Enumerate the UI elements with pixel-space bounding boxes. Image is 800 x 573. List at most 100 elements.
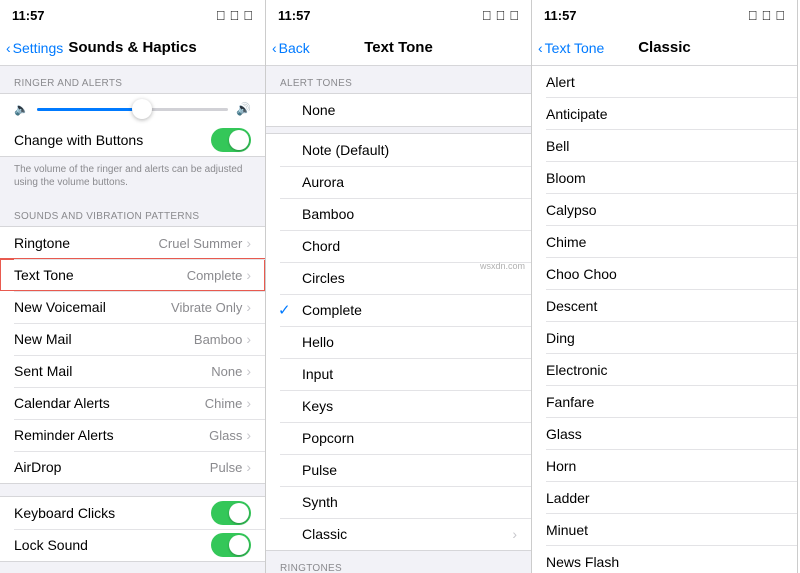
classic-tone-row[interactable]: Descent [532, 290, 797, 322]
setting-row[interactable]: RingtoneCruel Summer › [0, 227, 265, 259]
setting-label: Ringtone [14, 235, 70, 251]
tone-row[interactable]: Popcorn [266, 422, 531, 454]
keyboard-clicks-toggle[interactable] [211, 501, 251, 525]
slider-thumb[interactable] [132, 99, 152, 119]
chevron-right-icon: › [246, 363, 251, 379]
chevron-right-icon: › [246, 299, 251, 315]
back-button[interactable]: ‹ Settings [6, 40, 63, 56]
speaker-low-icon: 🔈 [14, 102, 29, 116]
tone-row[interactable]: Note (Default) [266, 134, 531, 166]
setting-row[interactable]: Reminder AlertsGlass › [0, 419, 265, 451]
tone-label: None [302, 102, 335, 118]
tone-row[interactable]: Hello [266, 326, 531, 358]
classic-tone-row[interactable]: News Flash [532, 546, 797, 573]
tones-scroll[interactable]: ALERT TONES None Note (Default)AuroraBam… [266, 66, 531, 573]
setting-label: Sent Mail [14, 363, 72, 379]
tone-label: Classic [302, 526, 347, 542]
battery-icon: 􀛨 [243, 8, 253, 23]
classic-tone-label: Electronic [546, 362, 607, 378]
chevron-right-icon: › [246, 331, 251, 347]
tone-label: Input [302, 366, 333, 382]
classic-tone-label: Ladder [546, 490, 590, 506]
back-button[interactable]: ‹ Text Tone [538, 40, 604, 56]
chevron-right-icon: › [246, 459, 251, 475]
classic-tone-row[interactable]: Electronic [532, 354, 797, 386]
classic-tone-row[interactable]: Bloom [532, 162, 797, 194]
change-with-buttons-row[interactable]: Change with Buttons [0, 124, 265, 156]
tone-row[interactable]: Pulse [266, 454, 531, 486]
setting-row[interactable]: AirDropPulse › [0, 451, 265, 483]
settings-scroll[interactable]: RINGER AND ALERTS 🔈 🔊 Change with Button… [0, 66, 265, 573]
back-button[interactable]: ‹ Back [272, 40, 310, 56]
signal-icon: 􀙇 [482, 8, 492, 23]
change-buttons-toggle[interactable] [211, 128, 251, 152]
classic-tone-row[interactable]: Alert [532, 66, 797, 98]
setting-row[interactable]: New VoicemailVibrate Only › [0, 291, 265, 323]
keyboard-clicks-row[interactable]: Keyboard Clicks [0, 497, 265, 529]
chevron-right-icon: › [246, 267, 251, 283]
setting-row[interactable]: Text ToneComplete › [0, 259, 265, 291]
setting-value: Complete › [187, 267, 251, 283]
classic-tone-label: Descent [546, 298, 597, 314]
tone-row[interactable]: Bamboo [266, 198, 531, 230]
keyboard-clicks-label: Keyboard Clicks [14, 505, 115, 521]
watermark: wsxdn.com [480, 261, 525, 271]
classic-tone-row[interactable]: Minuet [532, 514, 797, 546]
tone-row[interactable]: Aurora [266, 166, 531, 198]
classic-tone-row[interactable]: Calypso [532, 194, 797, 226]
setting-row[interactable]: Calendar Alerts Chime › [0, 387, 265, 419]
checkmark-icon: ✓ [278, 301, 291, 319]
tone-row[interactable]: Keys [266, 390, 531, 422]
status-indicators: 􀙇 􀙈 􀛨 [482, 8, 519, 23]
classic-pane: 11:57 􀙇 􀙈 􀛨 ‹ Text Tone Classic AlertAnt… [532, 0, 798, 573]
tone-label: Note (Default) [302, 142, 389, 158]
nav-bar: ‹ Back Text Tone [266, 30, 531, 66]
classic-tone-label: Fanfare [546, 394, 594, 410]
tone-row[interactable]: Chord [266, 230, 531, 262]
tone-label: Chord [302, 238, 340, 254]
chevron-right-icon: › [246, 235, 251, 251]
classic-tone-row[interactable]: Ding [532, 322, 797, 354]
tone-label: Hello [302, 334, 334, 350]
classic-row[interactable]: Classic› [266, 518, 531, 550]
classic-tone-row[interactable]: Bell [532, 130, 797, 162]
wifi-icon: 􀙈 [230, 8, 240, 23]
status-bar: 11:57 􀙇 􀙈 􀛨 [266, 0, 531, 30]
tone-label: Aurora [302, 174, 344, 190]
tone-label: Synth [302, 494, 338, 510]
lock-sound-toggle[interactable] [211, 533, 251, 557]
chevron-left-icon: ‹ [538, 40, 543, 56]
tone-row[interactable]: ✓Complete [266, 294, 531, 326]
setting-value: Glass › [209, 427, 251, 443]
chevron-right-icon: › [246, 427, 251, 443]
classic-tone-label: Bloom [546, 170, 586, 186]
battery-icon: 􀛨 [775, 8, 785, 23]
setting-row[interactable]: Sent MailNone › [0, 355, 265, 387]
tone-none[interactable]: None [266, 94, 531, 126]
tone-row[interactable]: Synth [266, 486, 531, 518]
classic-tone-row[interactable]: Choo Choo [532, 258, 797, 290]
classic-tone-row[interactable]: Anticipate [532, 98, 797, 130]
classic-tone-row[interactable]: Horn [532, 450, 797, 482]
classic-tone-row[interactable]: Ladder [532, 482, 797, 514]
tone-label: Pulse [302, 462, 337, 478]
text-tone-pane: 11:57 􀙇 􀙈 􀛨 ‹ Back Text Tone ALERT TONES… [266, 0, 532, 573]
setting-value: Chime › [205, 395, 251, 411]
classic-tone-row[interactable]: Chime [532, 226, 797, 258]
lock-sound-row[interactable]: Lock Sound [0, 529, 265, 561]
tone-row[interactable]: Input [266, 358, 531, 390]
alert-tones-group: Note (Default)AuroraBambooChordCircles✓C… [266, 133, 531, 551]
back-label: Settings [13, 40, 64, 56]
setting-label: New Mail [14, 331, 72, 347]
ringer-footer: The volume of the ringer and alerts can … [0, 157, 265, 199]
classic-scroll[interactable]: AlertAnticipateBell Bloom CalypsoChimeChoo… [532, 66, 797, 573]
tone-label: Circles [302, 270, 345, 286]
setting-label: Calendar Alerts [14, 395, 110, 411]
volume-slider[interactable] [37, 108, 228, 111]
classic-tone-row[interactable]: Glass [532, 418, 797, 450]
tone-label: Bamboo [302, 206, 354, 222]
classic-tone-row[interactable]: Fanfare [532, 386, 797, 418]
classic-tone-label: Ding [546, 330, 575, 346]
setting-row[interactable]: New MailBamboo › [0, 323, 265, 355]
setting-value: Vibrate Only › [171, 299, 251, 315]
